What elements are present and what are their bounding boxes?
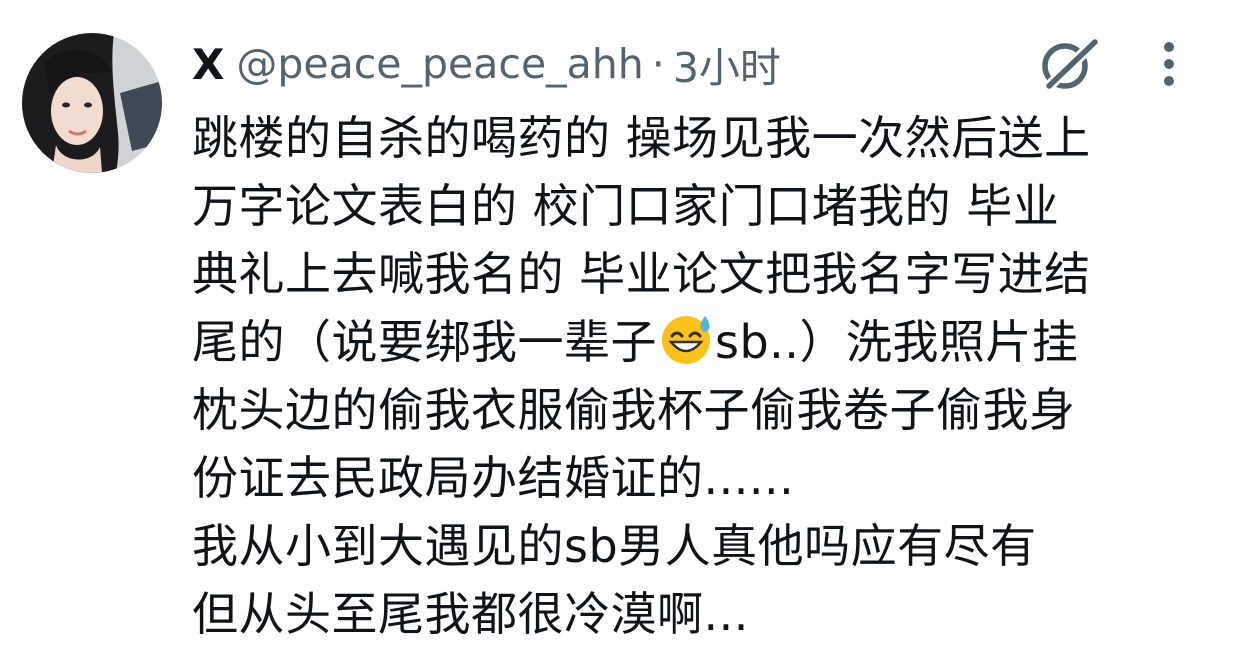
- avatar-image: [22, 33, 162, 173]
- tweet-header: X @peace_peace_ahh · 3小时: [192, 34, 781, 94]
- tweet-text-segment: sb..）洗我照片挂: [715, 315, 1079, 369]
- more-vertical-icon[interactable]: [1152, 38, 1186, 90]
- tweet-text-line: 万字论文表白的 校门口家门口堵我的 毕业: [192, 179, 1060, 233]
- tweet-text-line: 我从小到大遇见的sb男人真他吗应有尽有: [192, 519, 1037, 573]
- grok-icon[interactable]: [1035, 34, 1103, 94]
- tweet-text-line: 但从头至尾我都很冷漠啊...: [192, 587, 749, 641]
- user-handle[interactable]: @peace_peace_ahh: [236, 40, 643, 88]
- tweet[interactable]: X @peace_peace_ahh · 3小时 跳楼的自杀的喝药的 操场见我一…: [0, 0, 1238, 661]
- tweet-text-line: 跳楼的自杀的喝药的 操场见我一次然后送上: [192, 111, 1091, 165]
- separator-dot: ·: [651, 40, 665, 88]
- avatar[interactable]: [22, 33, 162, 173]
- grinning-face-with-sweat-emoji: [659, 312, 713, 366]
- tweet-text-line-with-emoji: 尾的（说要绑我一辈子 sb..）洗我照片挂: [192, 308, 1202, 376]
- tweet-text-line: 典礼上去喊我名的 毕业论文把我名字写进结: [192, 247, 1091, 301]
- tweet-text-segment: 尾的（说要绑我一辈子: [192, 315, 657, 369]
- tweet-text-line: 枕头边的偷我衣服偷我杯子偷我卷子偷我身: [192, 383, 1076, 437]
- tweet-text: 跳楼的自杀的喝药的 操场见我一次然后送上 万字论文表白的 校门口家门口堵我的 毕…: [192, 104, 1202, 648]
- timestamp[interactable]: 3小时: [673, 34, 781, 94]
- display-name[interactable]: X: [192, 40, 224, 89]
- tweet-text-line: 份证去民政局办结婚证的......: [192, 451, 795, 505]
